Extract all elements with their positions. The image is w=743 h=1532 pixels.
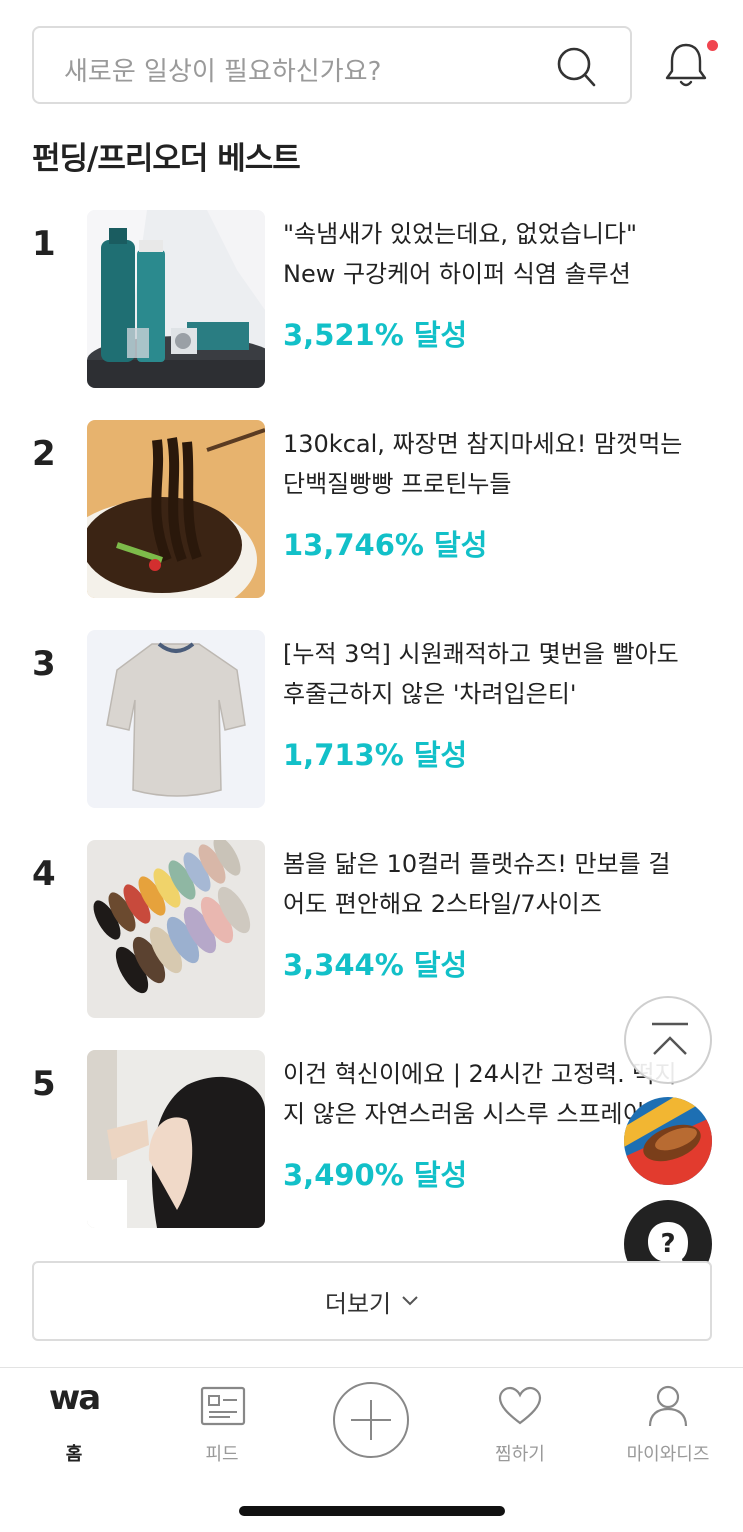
chevron-down-icon (402, 1296, 418, 1306)
tab-home[interactable]: wa 홈 (4, 1368, 144, 1478)
feed-icon (200, 1386, 246, 1426)
home-indicator (239, 1506, 505, 1516)
section-title: 펀딩/프리오더 베스트 (32, 141, 301, 177)
ranking-item-3[interactable]: 3 [누적 3억] 시원쾌적하고 몇번을 빨아도 후줄근하지 않은 '차려입은티… (0, 630, 743, 810)
funding-rate: 3,344% 달성 (283, 948, 468, 982)
wadiz-logo-icon: wa (48, 1378, 101, 1418)
bell-icon[interactable] (664, 40, 708, 90)
funding-rate: 3,521% 달성 (283, 318, 468, 352)
svg-text:?: ? (660, 1229, 675, 1259)
tab-create[interactable] (301, 1368, 441, 1478)
more-label: 더보기 (324, 1289, 392, 1318)
ranking-item-1[interactable]: 1 "속냄새가 있었는데요, 없었습니다" New 구강케어 하이퍼 식염 솔루… (0, 210, 743, 390)
funding-rate: 13,746% 달성 (283, 528, 488, 562)
heart-icon (498, 1386, 542, 1425)
rank-number: 5 (32, 1064, 56, 1104)
rank-number: 2 (32, 434, 56, 474)
product-thumbnail[interactable] (87, 420, 265, 598)
tab-wishlist[interactable]: 찜하기 (450, 1368, 590, 1478)
rank-number: 1 (32, 224, 56, 264)
funding-rate: 1,713% 달성 (283, 738, 468, 772)
tab-label: 찜하기 (495, 1444, 545, 1465)
item-title: "속냄새가 있었는데요, 없었습니다" New 구강케어 하이퍼 식염 솔루션 (283, 220, 638, 288)
scroll-to-top-button[interactable] (624, 996, 712, 1084)
product-thumbnail[interactable] (87, 630, 265, 808)
arrow-up-icon (652, 1022, 688, 1055)
ranking-item-2[interactable]: 2 130kcal, 짜장면 참지마세요! 맘껏먹는 단백질빵빵 프로틴누들 1… (0, 420, 743, 600)
tab-label: 마이와디즈 (626, 1444, 710, 1465)
tab-label: 피드 (205, 1444, 239, 1465)
product-thumbnail[interactable] (87, 840, 265, 1018)
rank-number: 3 (32, 644, 56, 684)
bottom-tab-bar: wa 홈 피드 찜하기 마이와디즈 (0, 1367, 743, 1532)
ranking-item-4[interactable]: 4 봄을 닮은 10컬러 플랫슈즈! 만보를 걸 어도 편안해요 2스타일/7사… (0, 840, 743, 1020)
notification-dot (707, 40, 718, 51)
more-button[interactable]: 더보기 (32, 1261, 712, 1341)
search-icon[interactable] (556, 46, 596, 88)
promo-floating-banner[interactable] (624, 1097, 712, 1185)
person-icon (648, 1385, 688, 1427)
item-title: [누적 3억] 시원쾌적하고 몇번을 빨아도 후줄근하지 않은 '차려입은티' (283, 640, 679, 708)
search-placeholder: 새로운 일상이 필요하신가요? (64, 57, 382, 87)
tab-feed[interactable]: 피드 (152, 1368, 292, 1478)
product-thumbnail[interactable] (87, 210, 265, 388)
funding-rate: 3,490% 달성 (283, 1158, 468, 1192)
rank-number: 4 (32, 854, 56, 894)
item-title: 130kcal, 짜장면 참지마세요! 맘껏먹는 단백질빵빵 프로틴누들 (283, 430, 683, 498)
search-bar[interactable]: 새로운 일상이 필요하신가요? (32, 26, 632, 104)
item-title: 봄을 닮은 10컬러 플랫슈즈! 만보를 걸 어도 편안해요 2스타일/7사이즈 (283, 850, 671, 918)
product-thumbnail[interactable] (87, 1050, 265, 1228)
plus-icon (333, 1382, 409, 1458)
tab-my-wadiz[interactable]: 마이와디즈 (598, 1368, 738, 1478)
tab-label: 홈 (65, 1444, 83, 1465)
